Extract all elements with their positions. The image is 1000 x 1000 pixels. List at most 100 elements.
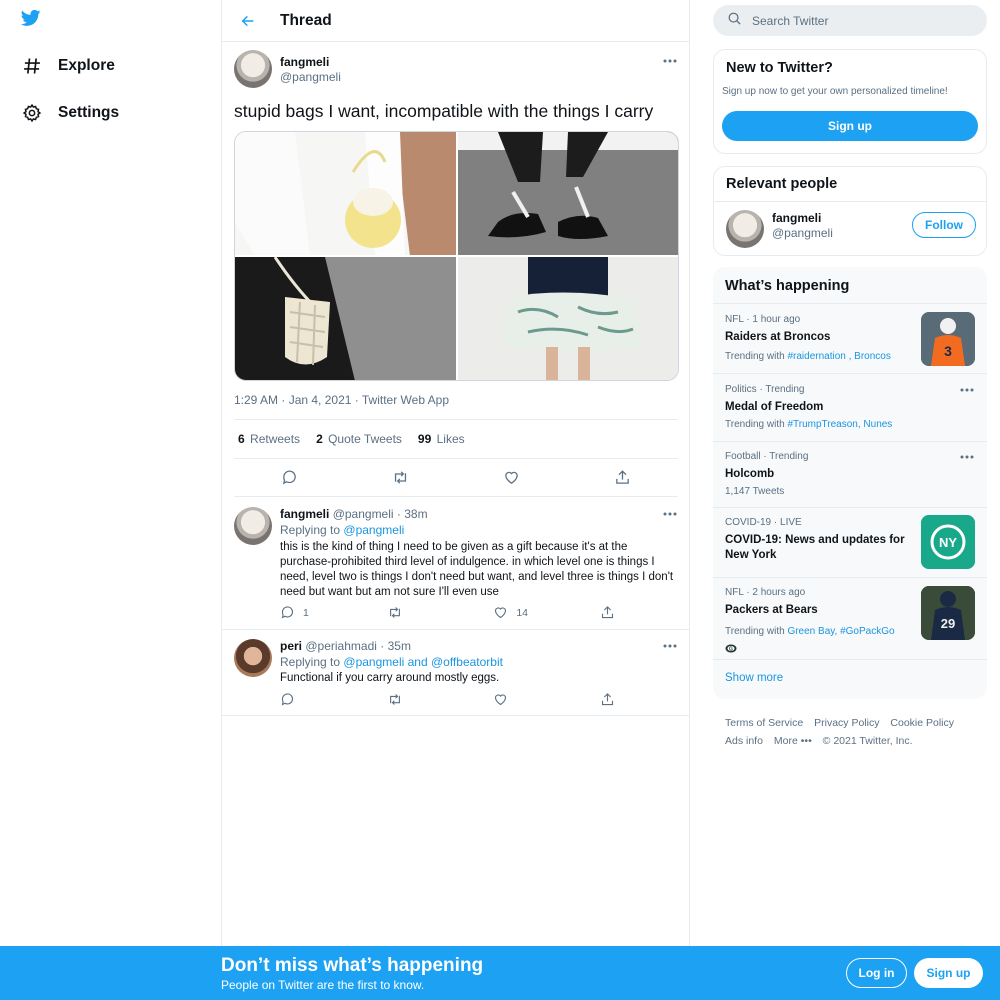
search-input[interactable] (752, 13, 952, 28)
tweet-media-grid[interactable] (234, 131, 679, 381)
trend-context: Politics · Trending (725, 384, 805, 395)
footer-links: Terms of Service Privacy Policy Cookie P… (725, 714, 987, 750)
reply-header: peri @periahmadi · 35m (280, 639, 411, 653)
like-icon[interactable] (501, 467, 523, 489)
search-bar[interactable] (713, 5, 987, 36)
trend-subtitle: 1,147 Tweets (725, 486, 785, 497)
reply-tweet[interactable]: fangmeli @pangmeli · 38m Replying to @pa… (222, 498, 690, 630)
relevant-people-title: Relevant people (726, 176, 838, 192)
trend-title: Medal of Freedom (725, 401, 824, 413)
reply-icon (281, 606, 294, 619)
covid-ny-thumbnail: NY (921, 515, 975, 569)
covid-ny-label: NY (939, 535, 957, 550)
bottombar-heading: Don’t miss what’s happening (221, 955, 484, 976)
gear-icon (20, 101, 44, 125)
nav-settings[interactable]: Settings (20, 98, 119, 128)
avatar[interactable] (726, 210, 764, 248)
retweets-stat[interactable]: 6 Retweets (238, 432, 300, 446)
tweet-author-handle[interactable]: @pangmeli (280, 70, 341, 84)
photo-lace-skirt[interactable] (457, 257, 678, 380)
trend-item[interactable]: Politics · Trending Medal of Freedom Tre… (713, 373, 987, 441)
show-more-link[interactable]: Show more (713, 659, 987, 699)
quote-tweets-stat[interactable]: 2 Quote Tweets (316, 432, 402, 446)
footer-link-more[interactable]: More ••• (774, 735, 812, 747)
trend-thumbnail-number: 3 (944, 343, 952, 359)
likes-stat[interactable]: 99 Likes (418, 432, 465, 446)
packers-logo-icon: G (725, 640, 737, 658)
reply-icon (281, 693, 294, 706)
footer-link-cookies[interactable]: Cookie Policy (890, 717, 954, 729)
share-button[interactable] (600, 605, 620, 620)
footer-link-ads[interactable]: Ads info (725, 735, 763, 747)
signup-button[interactable]: Sign up (914, 958, 983, 988)
photo-woven-bag[interactable] (235, 257, 456, 380)
more-options-icon[interactable] (662, 53, 678, 69)
reply-count: 1 (303, 606, 309, 619)
tweet-stats: 6 Retweets 2 Quote Tweets 99 Likes (234, 419, 678, 459)
relevant-person-handle[interactable]: @pangmeli (772, 226, 833, 240)
retweet-icon (389, 694, 400, 705)
reply-author-handle[interactable]: @pangmeli (333, 507, 394, 521)
left-navigation: Explore Settings (0, 0, 221, 946)
tweet-author-name[interactable]: fangmeli (280, 55, 329, 69)
more-options-icon[interactable] (662, 638, 678, 654)
trend-links[interactable]: #TrumpTreason, Nunes (787, 419, 892, 430)
like-button[interactable]: 14 (493, 605, 573, 620)
svg-text:G: G (729, 646, 733, 652)
reply-text: this is the kind of thing I need to be g… (280, 541, 674, 598)
avatar[interactable] (234, 507, 272, 545)
replying-to: Replying to @pangmeli and @offbeatorbit (280, 655, 503, 669)
replying-to-link[interactable]: @pangmeli and @offbeatorbit (343, 655, 503, 669)
relevant-person-name[interactable]: fangmeli (772, 211, 821, 225)
trend-item[interactable]: NFL · 1 hour ago Raiders at Broncos Tren… (713, 303, 987, 373)
signup-button[interactable]: Sign up (722, 111, 978, 141)
trend-title: Holcomb (725, 468, 775, 480)
reply-author-name[interactable]: fangmeli (280, 507, 329, 521)
more-options-icon[interactable] (959, 382, 975, 398)
retweet-button[interactable] (387, 692, 467, 707)
share-button[interactable] (600, 692, 620, 707)
retweet-icon[interactable] (390, 467, 412, 489)
more-options-icon[interactable] (959, 449, 975, 465)
trend-links[interactable]: Green Bay, #GoPackGo (787, 626, 894, 637)
replying-to-link[interactable]: @pangmeli (343, 523, 404, 537)
trend-links[interactable]: #raidernation , Broncos (787, 351, 890, 362)
like-button[interactable] (493, 692, 573, 707)
reply-tweet[interactable]: peri @periahmadi · 35m Replying to @pang… (222, 630, 690, 716)
footer-link-terms[interactable]: Terms of Service (725, 717, 803, 729)
trend-context: NFL · 1 hour ago (725, 314, 801, 325)
twitter-logo-icon[interactable] (20, 8, 46, 34)
nav-explore[interactable]: Explore (20, 51, 115, 81)
login-button[interactable]: Log in (846, 958, 907, 988)
main-header: Thread (222, 0, 689, 42)
trend-item[interactable]: Football · Trending Holcomb 1,147 Tweets (713, 441, 987, 507)
footer-link-privacy[interactable]: Privacy Policy (814, 717, 879, 729)
tweet-timestamp[interactable]: 1:29 AM · Jan 4, 2021 · Twitter Web App (234, 393, 449, 407)
trend-title: Raiders at Broncos (725, 331, 831, 343)
avatar[interactable] (234, 50, 272, 88)
reply-time[interactable]: · 38m (397, 507, 428, 521)
reply-author-name[interactable]: peri (280, 639, 302, 653)
retweet-button[interactable] (387, 605, 467, 620)
avatar[interactable] (234, 639, 272, 677)
page-title: Thread (280, 11, 332, 29)
trend-item[interactable]: COVID-19 · LIVE COVID-19: News and updat… (713, 507, 987, 577)
more-options-icon[interactable] (662, 506, 678, 522)
like-icon (495, 607, 507, 619)
share-icon[interactable] (612, 467, 634, 489)
trend-subtitle: Trending with Green Bay, #GoPackGo (725, 626, 895, 637)
back-arrow-icon[interactable] (238, 11, 258, 31)
whats-happening-title: What’s happening (725, 278, 850, 294)
trend-item[interactable]: NFL · 2 hours ago Packers at Bears Trend… (713, 577, 987, 659)
trend-title: COVID-19: News and updates for New York (725, 534, 905, 561)
hashtag-icon (20, 54, 44, 78)
reply-icon[interactable] (279, 467, 301, 489)
follow-button[interactable]: Follow (912, 212, 976, 238)
reply-button[interactable]: 1 (280, 605, 360, 620)
reply-button[interactable] (280, 692, 360, 707)
photo-yellow-bag[interactable] (235, 132, 456, 255)
trend-thumbnail-number: 29 (941, 616, 955, 631)
reply-time[interactable]: · 35m (380, 639, 411, 653)
photo-black-sandals[interactable] (457, 132, 678, 255)
reply-author-handle[interactable]: @periahmadi (305, 639, 377, 653)
